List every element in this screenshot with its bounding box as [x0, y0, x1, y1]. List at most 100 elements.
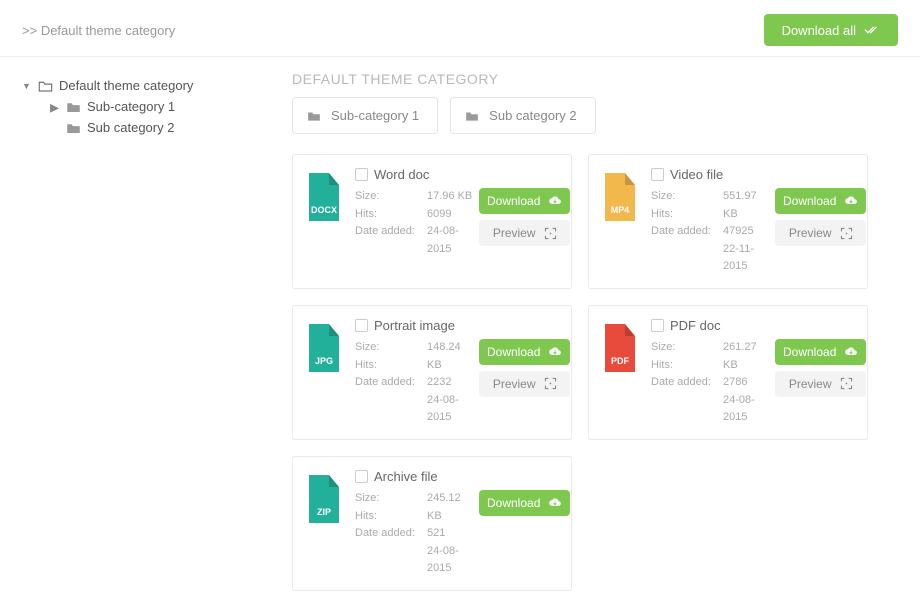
subcategory-label: Sub category 2: [489, 108, 576, 123]
download-all-button[interactable]: Download all: [764, 14, 898, 46]
file-card: MP4 Video file Size:Hits:Date added: 551…: [588, 154, 868, 289]
svg-text:JPG: JPG: [315, 356, 333, 366]
cloud-download-icon: [844, 346, 858, 358]
folder-icon: [465, 109, 479, 123]
subcategory-button[interactable]: Sub category 2: [450, 97, 595, 134]
file-card: DOCX Word doc Size:Hits:Date added: 17.9…: [292, 154, 572, 289]
folder-icon: [66, 121, 81, 135]
check-all-icon: [864, 22, 880, 38]
file-type-icon: MP4: [601, 173, 639, 221]
file-checkbox[interactable]: [355, 470, 368, 483]
page-header: >> Default theme category Download all: [0, 0, 920, 57]
file-meta-values: 148.24 KB223224-08-2015: [427, 339, 473, 427]
folder-icon: [307, 109, 321, 123]
cloud-download-icon: [844, 195, 858, 207]
folder-icon: [66, 100, 81, 114]
file-checkbox[interactable]: [355, 319, 368, 332]
download-label: Download: [487, 194, 540, 208]
file-body: Portrait image Size:Hits:Date added: 148…: [355, 318, 570, 427]
breadcrumb: >> Default theme category: [22, 23, 175, 38]
svg-text:ZIP: ZIP: [317, 507, 331, 517]
file-title: PDF doc: [670, 318, 721, 333]
download-label: Download: [783, 194, 836, 208]
cloud-download-icon: [548, 195, 562, 207]
file-card: JPG Portrait image Size:Hits:Date added:…: [292, 305, 572, 440]
file-meta-labels: Size:Hits:Date added:: [355, 339, 421, 427]
subcategory-label: Sub-category 1: [331, 108, 419, 123]
file-actions: Download Preview: [479, 188, 570, 258]
breadcrumb-prefix: >>: [22, 23, 37, 38]
file-title: Word doc: [374, 167, 429, 182]
tree-root-label: Default theme category: [59, 78, 193, 93]
file-body: Archive file Size:Hits:Date added: 245.1…: [355, 469, 570, 578]
file-meta-labels: Size:Hits:Date added:: [355, 490, 421, 578]
preview-label: Preview: [789, 377, 832, 391]
cloud-download-icon: [548, 497, 562, 509]
subcategory-buttons: Sub-category 1 Sub category 2: [292, 97, 898, 134]
file-card: PDF PDF doc Size:Hits:Date added: 261.27…: [588, 305, 868, 440]
preview-icon: [840, 227, 853, 240]
tree-child-label: Sub-category 1: [87, 99, 175, 114]
breadcrumb-label: Default theme category: [41, 23, 175, 38]
file-title: Portrait image: [374, 318, 455, 333]
file-icon-wrap: DOCX: [305, 167, 345, 276]
category-tree: ▼ Default theme category ▸ Sub-category …: [22, 71, 292, 591]
file-actions: Download Preview: [479, 339, 570, 427]
preview-button[interactable]: Preview: [479, 371, 570, 397]
svg-text:MP4: MP4: [611, 205, 630, 215]
file-icon-wrap: MP4: [601, 167, 641, 276]
download-all-label: Download all: [782, 23, 856, 38]
preview-icon: [544, 227, 557, 240]
svg-text:DOCX: DOCX: [311, 205, 337, 215]
file-actions: Download Preview: [775, 339, 866, 427]
folder-outline-icon: [38, 79, 53, 93]
file-type-icon: PDF: [601, 324, 639, 372]
file-card: ZIP Archive file Size:Hits:Date added: 2…: [292, 456, 572, 591]
tree-child-item[interactable]: ▸ Sub category 2: [22, 117, 292, 138]
preview-icon: [544, 377, 557, 390]
file-meta-values: 261.27 KB278624-08-2015: [723, 339, 769, 427]
file-icon-wrap: JPG: [305, 318, 345, 427]
file-actions: Download: [479, 490, 570, 578]
preview-label: Preview: [493, 377, 536, 391]
file-meta-labels: Size:Hits:Date added:: [651, 339, 717, 427]
preview-icon: [840, 377, 853, 390]
file-meta-labels: Size:Hits:Date added:: [651, 188, 717, 276]
preview-button[interactable]: Preview: [775, 371, 866, 397]
file-type-icon: DOCX: [305, 173, 343, 221]
preview-button[interactable]: Preview: [775, 220, 866, 246]
cloud-download-icon: [548, 346, 562, 358]
file-meta-values: 551.97 KB4792522-11-2015: [723, 188, 769, 276]
files-grid: DOCX Word doc Size:Hits:Date added: 17.9…: [292, 154, 898, 591]
file-title: Archive file: [374, 469, 438, 484]
download-label: Download: [487, 345, 540, 359]
download-button[interactable]: Download: [479, 188, 570, 214]
file-checkbox[interactable]: [651, 168, 664, 181]
file-body: Word doc Size:Hits:Date added: 17.96 KB6…: [355, 167, 570, 276]
file-body: Video file Size:Hits:Date added: 551.97 …: [651, 167, 866, 276]
download-label: Download: [783, 345, 836, 359]
file-meta-labels: Size:Hits:Date added:: [355, 188, 421, 258]
content-title: DEFAULT THEME CATEGORY: [292, 71, 898, 87]
file-meta-values: 245.12 KB52124-08-2015: [427, 490, 473, 578]
file-icon-wrap: PDF: [601, 318, 641, 427]
tree-root-item[interactable]: ▼ Default theme category: [22, 75, 292, 96]
subcategory-button[interactable]: Sub-category 1: [292, 97, 438, 134]
download-button[interactable]: Download: [479, 339, 570, 365]
download-button[interactable]: Download: [479, 490, 570, 516]
file-checkbox[interactable]: [355, 168, 368, 181]
file-checkbox[interactable]: [651, 319, 664, 332]
file-type-icon: JPG: [305, 324, 343, 372]
file-actions: Download Preview: [775, 188, 866, 276]
tree-child-label: Sub category 2: [87, 120, 174, 135]
preview-label: Preview: [789, 226, 832, 240]
download-button[interactable]: Download: [775, 188, 866, 214]
preview-button[interactable]: Preview: [479, 220, 570, 246]
file-title: Video file: [670, 167, 723, 182]
caret-down-icon: ▼: [22, 81, 32, 91]
file-icon-wrap: ZIP: [305, 469, 345, 578]
download-label: Download: [487, 496, 540, 510]
download-button[interactable]: Download: [775, 339, 866, 365]
tree-child-item[interactable]: ▸ Sub-category 1: [22, 96, 292, 117]
preview-label: Preview: [493, 226, 536, 240]
